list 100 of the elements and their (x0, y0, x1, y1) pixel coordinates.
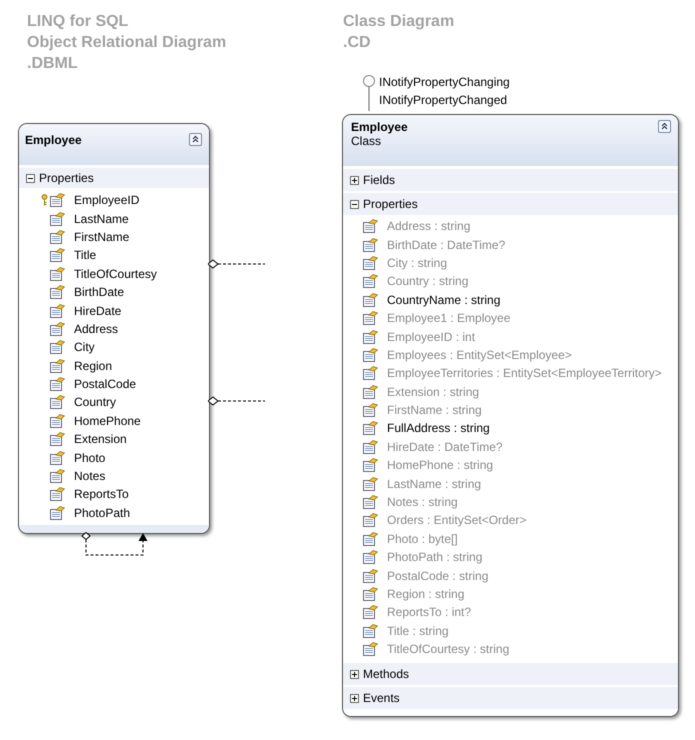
interface-name: INotifyPropertyChanged (379, 92, 508, 109)
property-icon (50, 340, 65, 354)
property-icon (50, 212, 65, 226)
property-name: City (74, 340, 95, 354)
collapse-button[interactable] (658, 120, 671, 133)
property-icon (363, 605, 378, 620)
property-signature: EmployeeTerritories : EntitySet<EmployeeTerritory> (387, 366, 662, 380)
property-icon (363, 642, 378, 656)
property-icon (363, 274, 378, 288)
property-icon (363, 366, 378, 380)
class-shape[interactable] (342, 114, 679, 718)
property-name: Region (74, 358, 112, 373)
property-name: HomePhone (74, 414, 141, 428)
entity-shape[interactable]: Employee Properties EmployeeID LastName FirstName Title TitleOfCourtesy BirthDate HireDate Address City Region PostalCode Country HomePhone Extension Photo Notes ReportsTo PhotoPath (18, 123, 210, 534)
section-header[interactable]: Fields (343, 169, 678, 191)
property-icon (363, 292, 378, 307)
property-signature: Photo : byte[] (387, 532, 458, 546)
collapse-button[interactable] (189, 133, 202, 146)
property-icon (363, 311, 378, 326)
property-icon (50, 248, 65, 262)
class-kind: Class (351, 134, 382, 148)
property-signature: ReportsTo : int? (387, 605, 472, 620)
property-icon (50, 395, 65, 410)
property-name: Address (74, 322, 118, 336)
section-header[interactable]: Events (343, 687, 678, 710)
property-signature: Extension : string (387, 384, 480, 399)
property-icon (50, 304, 65, 318)
property-icon (363, 513, 378, 528)
property-signature: City : string (387, 256, 448, 270)
property-icon (363, 495, 378, 510)
property-icon (363, 476, 378, 491)
property-signature: EmployeeID : int (387, 330, 476, 344)
property-signature: HireDate : DateTime? (387, 440, 503, 454)
property-icon (363, 440, 378, 454)
diagram-heading: .CD (343, 33, 372, 53)
property-icon (50, 230, 65, 244)
section-header[interactable]: Properties (343, 193, 678, 215)
property-icon (363, 421, 378, 436)
property-icon (363, 238, 378, 252)
property-signature: PostalCode : string (387, 568, 488, 583)
property-icon (50, 414, 65, 428)
property-icon (363, 624, 378, 638)
property-signature: HomePhone : string (387, 458, 494, 472)
property-icon (363, 458, 378, 472)
property-icon (363, 568, 378, 583)
interface-name: INotifyPropertyChanging (379, 74, 510, 91)
association-connector[interactable] (208, 259, 266, 269)
property-name: Country (74, 395, 116, 410)
property-icon (50, 266, 65, 281)
section-header[interactable]: Properties (19, 168, 209, 188)
property-signature: Address : string (387, 219, 470, 234)
property-icon (363, 256, 378, 270)
property-icon (50, 358, 65, 373)
property-signature: Employee1 : Employee (387, 311, 510, 326)
diagram-heading: LINQ for SQL (27, 12, 130, 32)
property-icon (50, 469, 65, 484)
property-icon (363, 403, 378, 418)
property-name: TitleOfCourtesy (74, 266, 157, 281)
property-name: ReportsTo (74, 487, 129, 502)
property-signature: TitleOfCourtesy : string (387, 642, 510, 656)
property-icon (50, 487, 65, 502)
property-name: Notes (74, 469, 106, 484)
property-signature: Country : string (387, 274, 468, 288)
property-icon (50, 193, 65, 208)
property-signature: BirthDate : DateTime? (387, 238, 506, 252)
property-icon (363, 219, 378, 234)
property-icon (363, 532, 378, 546)
property-icon (50, 377, 65, 392)
property-name: LastName (74, 212, 129, 226)
property-icon (50, 322, 65, 336)
property-signature: CountryName : string (387, 292, 500, 307)
association-connector[interactable] (208, 396, 266, 406)
property-icon (363, 550, 378, 564)
property-icon (50, 450, 65, 465)
property-signature: LastName : string (387, 476, 482, 491)
interface-lollipop-icon (362, 75, 376, 111)
property-signature: Notes : string (387, 495, 458, 510)
property-signature: Region : string (387, 587, 464, 601)
entity-name: Employee (25, 133, 82, 147)
property-signature: Orders : EntitySet<Order> (387, 513, 526, 528)
diagram-heading: .DBML (27, 54, 79, 74)
property-icon (363, 348, 378, 362)
property-name: Title (74, 248, 96, 262)
property-name: PhotoPath (74, 506, 130, 520)
property-signature: PhotoPath : string (387, 550, 482, 564)
section-header[interactable]: Methods (343, 663, 678, 686)
property-icon (363, 330, 378, 344)
property-name: BirthDate (74, 285, 124, 300)
chevron-up-icon (190, 134, 201, 145)
property-icon (363, 587, 378, 601)
property-name: Extension (74, 432, 127, 446)
property-name: Photo (74, 450, 106, 465)
property-signature: Employees : EntitySet<Employee> (387, 348, 572, 362)
property-name: FirstName (74, 230, 130, 244)
class-name: Employee (351, 120, 408, 134)
property-icon (50, 506, 65, 520)
property-signature: FirstName : string (387, 403, 482, 418)
property-name: EmployeeID (74, 193, 140, 208)
property-icon (363, 384, 378, 399)
property-icon (50, 432, 65, 446)
